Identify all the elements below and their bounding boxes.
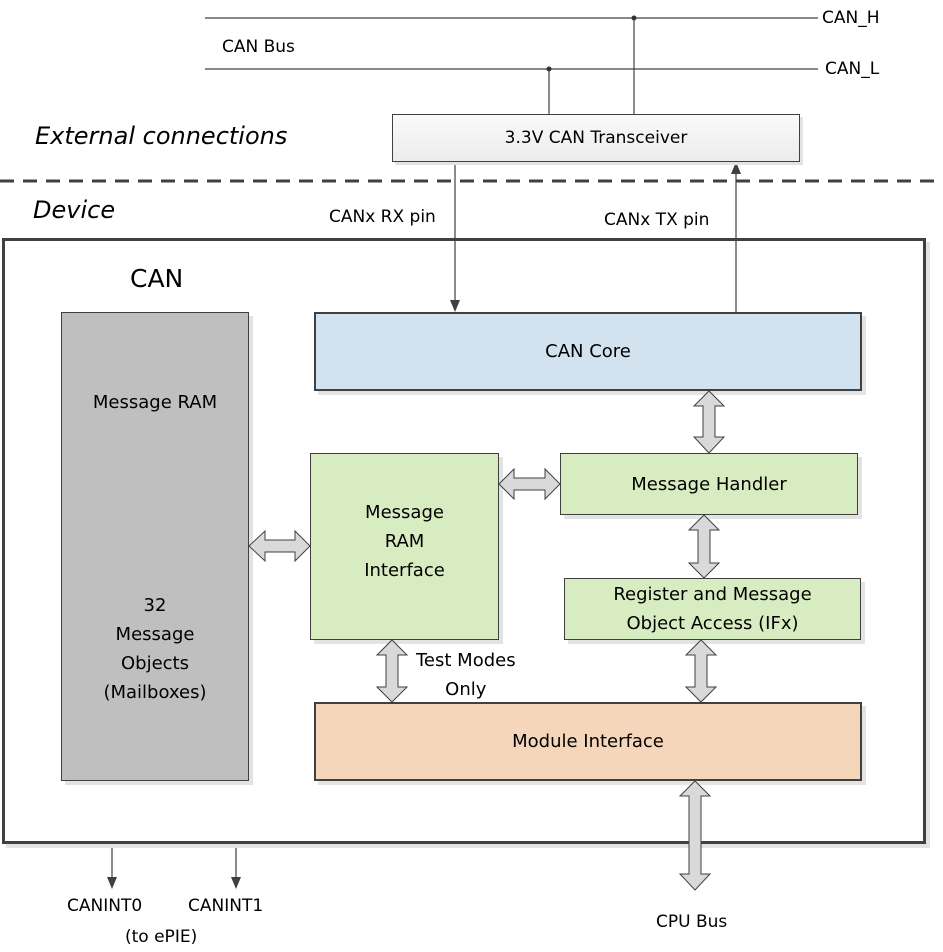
test-modes-arrow — [375, 639, 409, 703]
cpu-bus-arrow — [678, 780, 712, 891]
ram-to-interface-arrow — [248, 529, 311, 563]
interface-to-handler-arrow — [498, 467, 561, 501]
core-to-handler-arrow — [692, 390, 726, 454]
cpu-bus-label: CPU Bus — [656, 912, 728, 932]
canint0-label: CANINT0 — [67, 896, 143, 916]
handler-to-register-arrow — [687, 514, 721, 579]
bus-arrows — [248, 390, 726, 891]
epie-note-label: (to ePIE) — [125, 927, 198, 947]
register-to-module-arrow — [684, 639, 718, 703]
canint1-label: CANINT1 — [188, 896, 264, 916]
